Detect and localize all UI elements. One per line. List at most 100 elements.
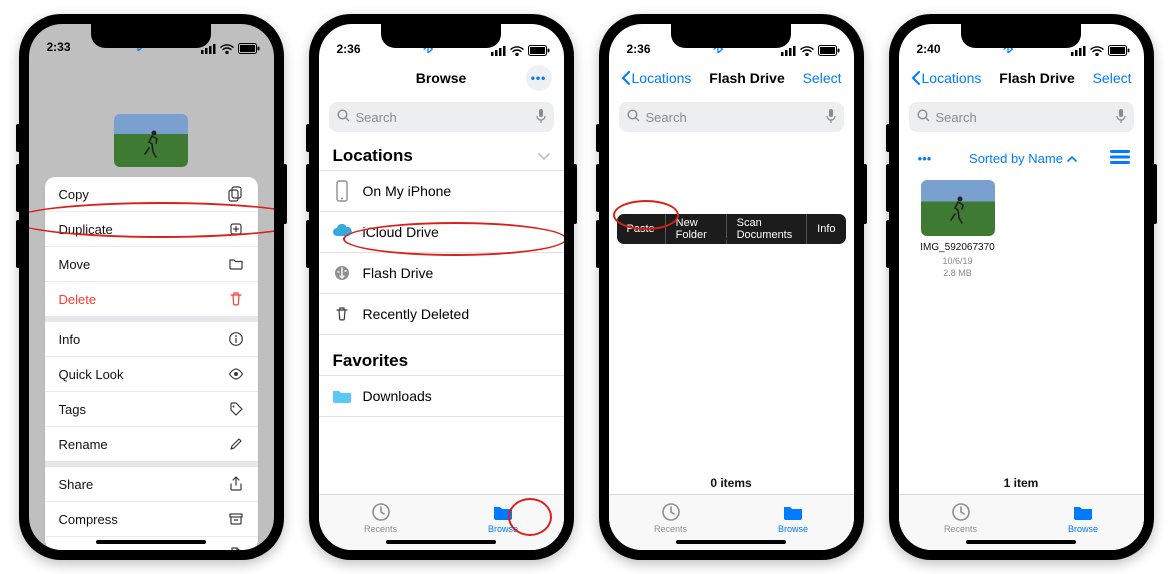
chevron-up-icon — [1067, 155, 1077, 162]
action-label: Rename — [59, 437, 108, 452]
tab-browse-label: Browse — [1068, 524, 1098, 534]
location-recently-deleted[interactable]: Recently Deleted — [319, 293, 564, 335]
action-tags[interactable]: Tags — [45, 392, 258, 427]
clock: 2:36 — [627, 42, 651, 56]
clock-icon — [950, 502, 972, 522]
tab-browse-label: Browse — [778, 524, 808, 534]
navbar: Locations Flash Drive Select — [899, 58, 1144, 98]
location-on-my-iphone[interactable]: On My iPhone — [319, 170, 564, 211]
notch — [961, 24, 1081, 48]
back-label: Locations — [922, 70, 982, 86]
copy-icon — [228, 186, 244, 202]
action-move[interactable]: Move — [45, 247, 258, 282]
more-button[interactable]: ••• — [526, 65, 552, 91]
view-toggle-button[interactable] — [1110, 150, 1130, 167]
callout-label: New Folder — [676, 217, 716, 241]
action-delete[interactable]: Delete — [45, 282, 258, 322]
favorite-downloads[interactable]: Downloads — [319, 375, 564, 417]
location-label: Flash Drive — [363, 265, 434, 281]
screen-flash-filled: 2:40 Locations Flash Drive Select Search… — [899, 24, 1144, 550]
favorite-label: Downloads — [363, 388, 432, 404]
tab-recents[interactable]: Recents — [654, 502, 687, 534]
home-indicator — [96, 540, 206, 544]
battery-icon — [238, 43, 260, 54]
callout-info[interactable]: Info — [807, 214, 845, 244]
phone-frame-2: 2:36 Browse ••• Search Locations On My i… — [309, 14, 574, 560]
locations-header[interactable]: Locations — [319, 140, 564, 170]
pencil-icon — [228, 436, 244, 452]
battery-icon — [1108, 45, 1130, 56]
action-copy[interactable]: Copy — [45, 177, 258, 212]
tab-recents-label: Recents — [654, 524, 687, 534]
mic-icon[interactable] — [536, 109, 546, 126]
folder-icon — [1072, 502, 1094, 522]
action-duplicate[interactable]: Duplicate — [45, 212, 258, 247]
battery-icon — [818, 45, 840, 56]
action-rename[interactable]: Rename — [45, 427, 258, 467]
location-flash-drive[interactable]: Flash Drive — [319, 252, 564, 293]
screen-browse: 2:36 Browse ••• Search Locations On My i… — [319, 24, 564, 550]
location-icloud-drive[interactable]: iCloud Drive — [319, 211, 564, 252]
phone-frame-1: 2:33 Copy Duplicate Move DeleteInfoQuick Lo… — [19, 14, 284, 560]
wifi-icon — [510, 46, 524, 56]
tab-browse[interactable]: Browse — [1068, 502, 1098, 534]
clock-icon — [660, 502, 682, 522]
search-field[interactable]: Search — [619, 102, 844, 132]
notch — [381, 24, 501, 48]
search-field[interactable]: Search — [909, 102, 1134, 132]
empty-folder-content[interactable]: PasteNew FolderScan DocumentsInfo 0 item… — [609, 140, 854, 550]
location-label: Recently Deleted — [363, 306, 470, 322]
location-label: iCloud Drive — [363, 224, 439, 240]
nav-title: Flash Drive — [691, 70, 802, 86]
file-name: IMG_592067370 — [913, 242, 1003, 254]
callout-label: Scan Documents — [737, 217, 797, 241]
action-label: Duplicate — [59, 222, 113, 237]
search-placeholder: Search — [356, 110, 397, 125]
callout-label: Paste — [627, 223, 655, 235]
callout-paste[interactable]: Paste — [617, 214, 666, 244]
photo-preview — [114, 114, 188, 167]
callout-scan-documents[interactable]: Scan Documents — [727, 214, 808, 244]
screen-context-menu: 2:33 Copy Duplicate Move DeleteInfoQuick Lo… — [29, 24, 274, 550]
tab-browse[interactable]: Browse — [778, 502, 808, 534]
home-indicator — [386, 540, 496, 544]
tab-recents[interactable]: Recents — [364, 502, 397, 534]
info-icon — [228, 331, 244, 347]
trash-icon — [331, 303, 353, 325]
file-size: 2.8 MB — [943, 268, 972, 278]
select-button[interactable]: Select — [803, 70, 842, 86]
file-item[interactable]: IMG_592067370 10/6/19 2.8 MB — [913, 180, 1003, 278]
more-button[interactable]: ••• — [913, 146, 937, 170]
tab-recents[interactable]: Recents — [944, 502, 977, 534]
mic-icon[interactable] — [1116, 109, 1126, 126]
icloud-icon — [331, 221, 353, 243]
search-field[interactable]: Search — [329, 102, 554, 132]
sort-button[interactable]: Sorted by Name — [969, 151, 1077, 166]
action-compress[interactable]: Compress — [45, 502, 258, 537]
callout-new-folder[interactable]: New Folder — [666, 214, 727, 244]
favorites-header[interactable]: Favorites — [319, 345, 564, 375]
action-sheet: Copy Duplicate Move DeleteInfoQuick LookTag… — [45, 177, 258, 550]
phone-frame-3: 2:36 Locations Flash Drive Select Search… — [599, 14, 864, 560]
navbar: Browse ••• — [319, 58, 564, 98]
action-share[interactable]: Share — [45, 467, 258, 502]
back-button[interactable]: Locations — [911, 70, 982, 86]
search-icon — [917, 109, 930, 125]
locations-header-label: Locations — [333, 146, 413, 166]
context-callout: Paste New Folder Scan Documents Info — [617, 214, 846, 244]
browse-content: Locations On My iPhone iCloud Drive Flash … — [319, 140, 564, 550]
file-date: 10/6/19 — [942, 256, 972, 266]
search-icon — [337, 109, 350, 125]
action-info[interactable]: Info — [45, 322, 258, 357]
select-button[interactable]: Select — [1093, 70, 1132, 86]
tab-browse[interactable]: Browse — [488, 502, 518, 534]
screen-flash-empty: 2:36 Locations Flash Drive Select Search… — [609, 24, 854, 550]
back-button[interactable]: Locations — [621, 70, 692, 86]
action-quick-look[interactable]: Quick Look — [45, 357, 258, 392]
nav-title: Browse — [357, 70, 526, 86]
action-label: Move — [59, 257, 91, 272]
mic-icon[interactable] — [826, 109, 836, 126]
folder-icon — [782, 502, 804, 522]
tab-browse-label: Browse — [488, 524, 518, 534]
clock: 2:33 — [47, 40, 71, 54]
